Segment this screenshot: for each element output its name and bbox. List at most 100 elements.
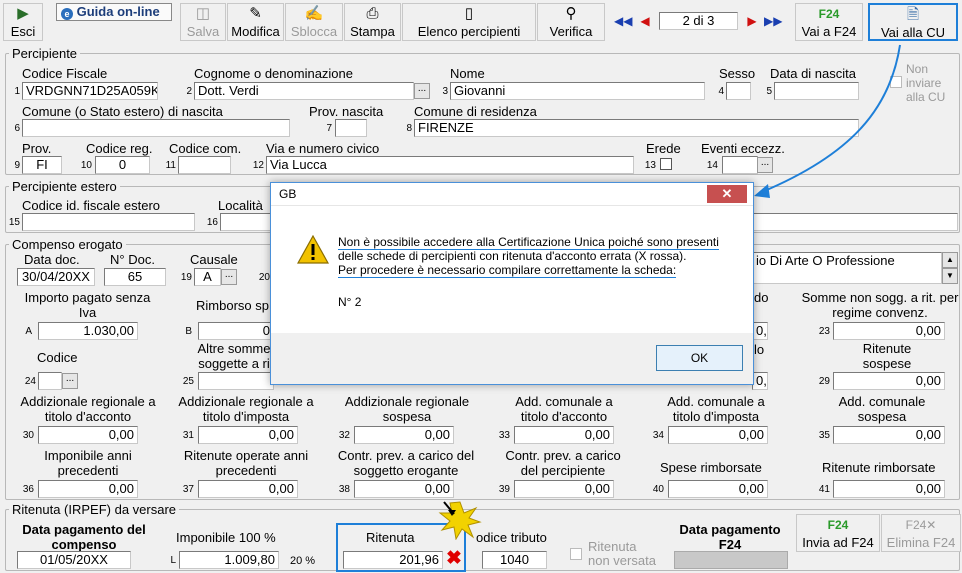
nome-input[interactable]: Giovanni (450, 82, 705, 100)
dialog-message: Non è possibile accedere alla Certificaz… (338, 235, 738, 309)
ritenuta-input[interactable]: 201,96 (343, 551, 443, 569)
dialog-body: Non è possibile accedere alla Certificaz… (271, 207, 753, 333)
percipiente-title: Percipiente (9, 46, 81, 61)
stampa-button[interactable]: ⎙ Stampa (344, 3, 401, 41)
codice-reg-label: Codice reg. (86, 141, 153, 156)
codice-fiscale-label: Codice Fiscale (22, 66, 108, 81)
rimborso-input[interactable]: 0 (198, 322, 274, 340)
cognome-label: Cognome o denominazione (194, 66, 353, 81)
vai-cu-button[interactable]: 🗎 Vai alla CU (868, 3, 958, 41)
dialog-footer: OK (271, 333, 753, 384)
contr-erog-label: Contr. prev. a carico del soggetto eroga… (337, 448, 475, 478)
verifica-button[interactable]: ⚲ Verifica (537, 3, 605, 41)
causale-input[interactable]: A (194, 268, 221, 286)
rit-prec-input[interactable]: 0,00 (198, 480, 298, 498)
esci-button[interactable]: ▶ Esci (3, 3, 43, 41)
erede-label: Erede (646, 141, 681, 156)
vai-f24-button[interactable]: F24 Vai a F24 (795, 3, 863, 41)
somme-input[interactable]: 0,00 (833, 322, 945, 340)
spese-input[interactable]: 0,00 (668, 480, 768, 498)
localita-input[interactable] (220, 213, 272, 231)
data-doc-label: Data doc. (24, 252, 80, 267)
add-reg-acc-input[interactable]: 0,00 (38, 426, 138, 444)
cu-document-icon: 🗎 (906, 6, 920, 23)
ritenuta-title: Ritenuta (IRPEF) da versare (9, 502, 180, 517)
cognome-input[interactable]: Dott. Verdi (194, 82, 414, 100)
add-reg-sosp-input[interactable]: 0,00 (354, 426, 454, 444)
codice-com-input[interactable] (178, 156, 231, 174)
add-reg-imp-input[interactable]: 0,00 (198, 426, 298, 444)
altre-somme-input[interactable] (198, 372, 274, 390)
importo-label: Importo pagato senza Iva (24, 290, 151, 320)
data-pag-input[interactable]: 01/05/20XX (17, 551, 131, 569)
pointer-arrow (754, 44, 901, 198)
lo-input[interactable]: 0,00 (752, 372, 768, 390)
causale-browse-button[interactable]: ... (221, 269, 237, 285)
non-versata-checkbox[interactable] (570, 548, 582, 560)
codice-fiscale-input[interactable]: VRDGNN71D25A059K (22, 82, 158, 100)
imponibile-input[interactable]: 1.009,80 (179, 551, 279, 569)
add-com-acc-input[interactable]: 0,00 (514, 426, 614, 444)
comune-nascita-input[interactable] (22, 119, 290, 137)
sblocca-button[interactable]: ✍ Sblocca (285, 3, 343, 41)
altre-somme-label: Altre somme soggette a ri (197, 341, 271, 371)
codice-reg-input[interactable]: 0 (95, 156, 150, 174)
rit-rimb-input[interactable]: 0,00 (833, 480, 945, 498)
n-doc-input[interactable]: 65 (104, 268, 166, 286)
compenso-title: Compenso erogato (9, 237, 126, 252)
unlock-icon: ✍ (304, 5, 324, 22)
data-doc-input[interactable]: 30/04/20XX (17, 268, 95, 286)
via-input[interactable]: Via Lucca (266, 156, 634, 174)
first-record-icon[interactable]: ◀◀ (614, 12, 632, 30)
percentuale-label: 20 % (290, 555, 316, 567)
elenco-percipienti-button[interactable]: ▯ Elenco percipienti (402, 3, 536, 41)
codice-tributo-label: odice tributo (476, 530, 547, 545)
elimina-f24-button[interactable]: F24✕ Elimina F24 (881, 514, 961, 552)
prov-nascita-input[interactable] (335, 119, 367, 137)
rit-prec-label: Ritenute operate anni precedenti (183, 448, 309, 478)
estero-extra-input[interactable] (752, 213, 958, 231)
causale-scroll-up-icon[interactable]: ▲ (942, 252, 958, 268)
nome-label: Nome (450, 66, 485, 81)
prov-input[interactable]: FI (22, 156, 62, 174)
causale-label: Causale (190, 252, 238, 267)
imp-prec-input[interactable]: 0,00 (38, 480, 138, 498)
next-record-icon[interactable]: ▶ (744, 12, 760, 30)
codice-id-estero-input[interactable] (22, 213, 195, 231)
contr-erog-input[interactable]: 0,00 (354, 480, 454, 498)
erede-checkbox[interactable] (660, 158, 672, 170)
dialog-line-3: Per procedere è necessario compilare cor… (338, 263, 677, 278)
help-icon: e (61, 8, 73, 20)
invia-f24-button[interactable]: F24 Invia ad F24 (796, 514, 880, 552)
salva-button[interactable]: ◫ Salva (180, 3, 226, 41)
contr-perc-input[interactable]: 0,00 (514, 480, 614, 498)
add-com-sosp-label: Add. comunale sospesa (838, 394, 926, 424)
guida-online-button[interactable]: e Guida on-line (56, 3, 172, 21)
add-com-imp-input[interactable]: 0,00 (668, 426, 768, 444)
data-f24-input[interactable] (674, 551, 788, 569)
data-pag-label: Data pagamento del compenso (22, 522, 146, 552)
add-com-imp-label: Add. comunale a titolo d'imposta (667, 394, 765, 424)
do-input[interactable]: 0,00 (752, 322, 768, 340)
previous-record-icon[interactable]: ◀ (637, 12, 653, 30)
dialog-close-button[interactable]: ✕ (707, 185, 747, 203)
dialog-title: GB (279, 187, 297, 201)
print-icon: ⎙ (366, 5, 379, 22)
error-x-icon: ✖ (446, 548, 462, 569)
percipiente-estero-title: Percipiente estero (9, 179, 120, 194)
last-record-icon[interactable]: ▶▶ (764, 12, 782, 30)
ritenuta-label: Ritenuta (366, 530, 415, 545)
n-doc-label: N° Doc. (110, 252, 155, 267)
record-indicator: 2 di 3 (659, 12, 738, 30)
modifica-button[interactable]: ✎ Modifica (227, 3, 284, 41)
causale-scroll-down-icon[interactable]: ▼ (942, 268, 958, 284)
codice-tributo-input[interactable]: 1040 (482, 551, 547, 569)
importo-input[interactable]: 1.030,00 (38, 322, 138, 340)
codice-browse-button[interactable]: ... (62, 373, 78, 389)
codice-input[interactable] (38, 372, 62, 390)
ritenute-sospese-input[interactable]: 0,00 (833, 372, 945, 390)
cognome-browse-button[interactable]: ... (414, 83, 430, 99)
ok-button[interactable]: OK (656, 345, 743, 371)
add-com-acc-label: Add. comunale a titolo d'acconto (515, 394, 613, 424)
add-com-sosp-input[interactable]: 0,00 (833, 426, 945, 444)
